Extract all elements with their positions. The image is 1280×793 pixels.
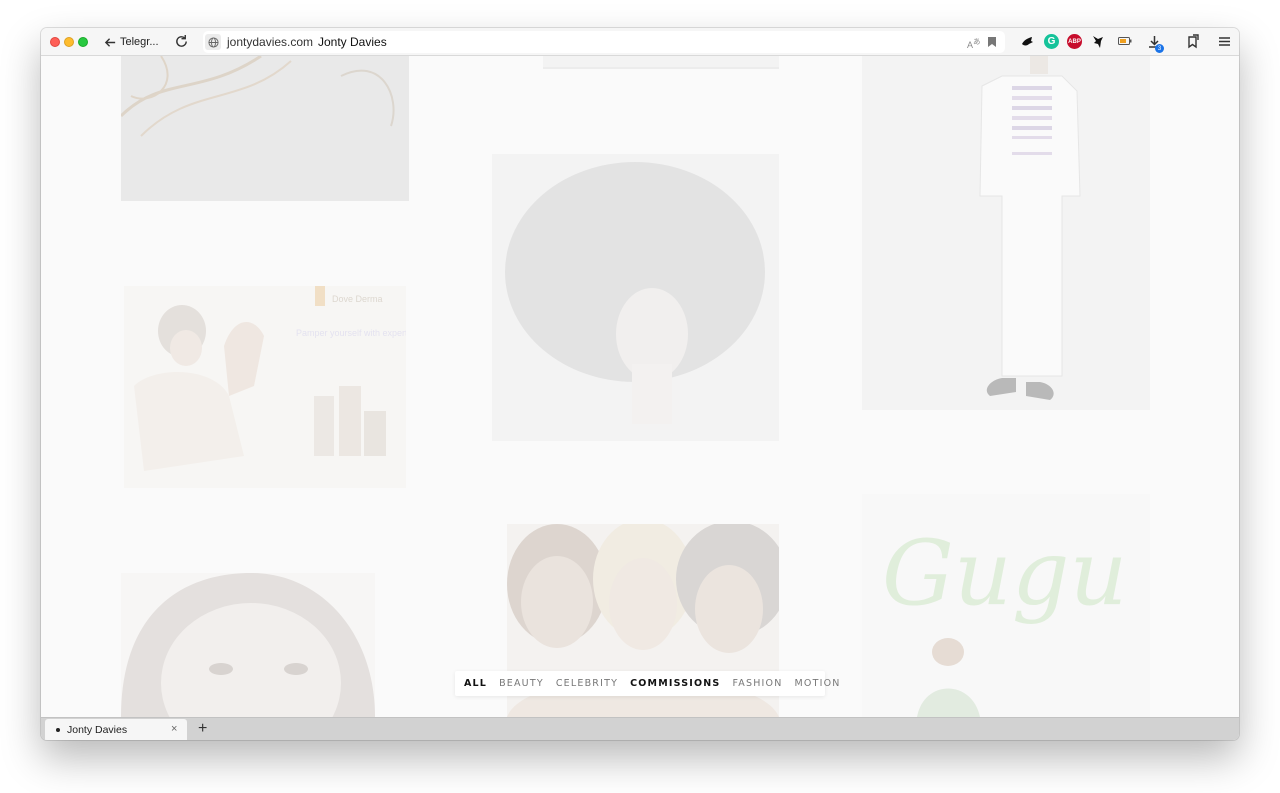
tab-strip: Jonty Davies × + [41, 717, 1239, 740]
extension-addon-icon[interactable] [1020, 34, 1035, 49]
bookmark-icon[interactable] [988, 37, 996, 47]
gugu-logo: Gugu [882, 521, 1127, 626]
skincare-brand: Dove Derma [332, 294, 383, 304]
filter-motion[interactable]: MOTION [795, 678, 841, 689]
browser-toolbar: Telegr... jontydavies.com Jonty Davies A… [41, 28, 1239, 56]
translate-icon[interactable]: Aあ [967, 36, 981, 50]
hamburger-menu-icon[interactable] [1217, 34, 1232, 49]
arrow-left-icon [104, 37, 116, 47]
minimize-window-button[interactable] [64, 37, 74, 47]
reload-icon[interactable] [174, 34, 189, 49]
skincare-copy: Pamper yourself with expert care for sof… [296, 328, 406, 338]
gallery-content: Dove Derma Pamper yourself with expert c… [41, 56, 1239, 717]
grammarly-icon[interactable]: G [1044, 34, 1059, 49]
gallery-tile-white-suit[interactable] [862, 56, 1150, 410]
category-filter-bar: ALL BEAUTY CELEBRITY COMMISSIONS FASHION… [455, 671, 839, 696]
battery-icon[interactable] [1118, 37, 1132, 45]
filter-all[interactable]: ALL [464, 678, 487, 689]
download-count-badge: 3 [1155, 44, 1164, 53]
back-button[interactable]: Telegr... [104, 34, 159, 50]
gallery-tile-woman-closeup[interactable] [121, 573, 375, 717]
tab-loading-dot-icon [56, 728, 60, 732]
globe-icon[interactable] [205, 34, 221, 50]
share-icon[interactable] [1185, 34, 1200, 49]
gallery-tile-top-strip[interactable] [543, 56, 779, 69]
zoom-window-button[interactable] [78, 37, 88, 47]
filter-commissions[interactable]: COMMISSIONS [630, 678, 720, 689]
gallery-tile-gugu[interactable]: Gugu [862, 494, 1150, 717]
url-page-title: Jonty Davies [318, 35, 387, 49]
filter-celebrity[interactable]: CELEBRITY [556, 678, 618, 689]
adblock-icon[interactable]: ABP [1067, 34, 1082, 49]
browser-window: Telegr... jontydavies.com Jonty Davies A… [41, 28, 1239, 740]
tab-label: Jonty Davies [67, 724, 128, 736]
back-label: Telegr... [120, 36, 159, 48]
bird-extension-icon[interactable] [1090, 34, 1105, 49]
address-bar[interactable]: jontydavies.com Jonty Davies Aあ [203, 31, 1005, 53]
tab-close-icon[interactable]: × [171, 723, 177, 735]
new-tab-button[interactable]: + [198, 720, 207, 738]
gallery-tile-afro-portrait[interactable] [492, 154, 779, 441]
close-window-button[interactable] [50, 37, 60, 47]
url-domain: jontydavies.com [227, 35, 314, 49]
filter-fashion[interactable]: FASHION [732, 678, 782, 689]
gallery-tile-hair-dark[interactable] [121, 56, 409, 201]
tab-jonty-davies[interactable]: Jonty Davies × [45, 719, 187, 740]
filter-beauty[interactable]: BEAUTY [499, 678, 544, 689]
gallery-tile-skincare-ad[interactable]: Dove Derma Pamper yourself with expert c… [124, 286, 406, 488]
